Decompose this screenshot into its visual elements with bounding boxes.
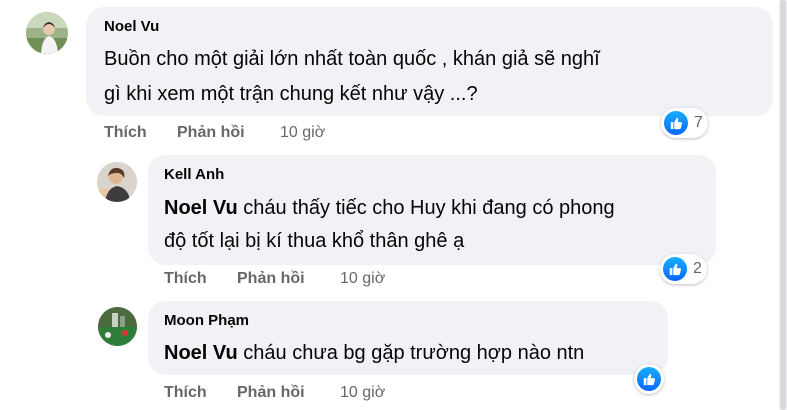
comment-text-line: Noel Vu cháu thấy tiếc cho Huy khi đang … — [164, 192, 615, 225]
mention-link[interactable]: Noel Vu — [164, 197, 238, 219]
avatar-photo-icon — [98, 307, 137, 346]
comment-text-line: gì khi xem một trận chung kết như vậy ..… — [104, 83, 478, 105]
comment-text-line: Buồn cho một giải lớn nhất toàn quốc , k… — [104, 48, 600, 70]
reaction-count: 2 — [693, 260, 702, 277]
comment-actions: Thích Phản hồi 10 giờ — [104, 124, 404, 146]
like-button[interactable]: Thích — [164, 384, 207, 402]
comment-timestamp[interactable]: 10 giờ — [280, 124, 325, 142]
avatar-noel-vu[interactable] — [26, 12, 68, 54]
avatar-moon-pham[interactable] — [98, 307, 137, 346]
avatar-photo-icon — [26, 12, 68, 54]
comment-text: cháu thấy tiếc cho Huy khi đang có phong — [243, 197, 615, 219]
avatar-kell-anh[interactable] — [97, 162, 137, 202]
comment-bubble: Moon Phạm Noel Vu cháu chưa bg gặp trườn… — [148, 301, 668, 375]
scrollbar-thumb[interactable] — [780, 0, 786, 410]
reaction-count: 7 — [694, 114, 703, 131]
reaction-summary[interactable] — [634, 364, 664, 394]
comment-text: cháu chưa bg gặp trường hợp nào ntn — [243, 342, 585, 364]
comment-bubble: Kell Anh Noel Vu cháu thấy tiếc cho Huy … — [148, 155, 716, 265]
reply-button[interactable]: Phản hồi — [237, 384, 305, 402]
comment-text-line: Noel Vu cháu chưa bg gặp trường hợp nào … — [164, 337, 584, 370]
comment-author[interactable]: Noel Vu — [104, 18, 159, 35]
comment-timestamp[interactable]: 10 giờ — [340, 384, 385, 402]
like-icon — [637, 367, 661, 391]
comment-text-line: độ tốt lại bị kí thua khổ thân ghê ạ — [164, 230, 465, 252]
comment-actions: Thích Phản hồi 10 giờ — [164, 384, 464, 406]
avatar-photo-icon — [97, 162, 137, 202]
comment-author[interactable]: Moon Phạm — [164, 312, 249, 329]
reaction-summary[interactable]: 2 — [660, 254, 707, 284]
comment-actions: Thích Phản hồi 10 giờ — [164, 270, 464, 292]
reaction-summary[interactable]: 7 — [661, 108, 708, 138]
like-button[interactable]: Thích — [164, 270, 207, 288]
mention-link[interactable]: Noel Vu — [164, 342, 238, 364]
comment-timestamp[interactable]: 10 giờ — [340, 270, 385, 288]
like-icon — [664, 111, 688, 135]
like-button[interactable]: Thích — [104, 124, 147, 142]
like-icon — [663, 257, 687, 281]
comment-author[interactable]: Kell Anh — [164, 166, 224, 183]
reply-button[interactable]: Phản hồi — [237, 270, 305, 288]
reply-button[interactable]: Phản hồi — [177, 124, 245, 142]
comment-bubble: Noel Vu Buồn cho một giải lớn nhất toàn … — [86, 7, 773, 116]
